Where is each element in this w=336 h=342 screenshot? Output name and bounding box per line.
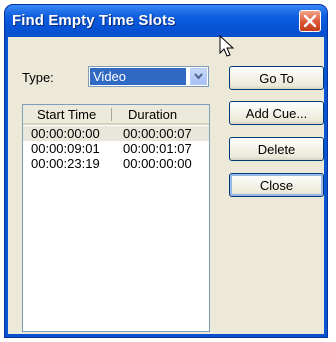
title-bar[interactable]: Find Empty Time Slots [5, 5, 327, 37]
find-empty-time-slots-dialog: Find Empty Time Slots Type: Video Start … [5, 5, 327, 337]
list-header: Start Time Duration [23, 105, 209, 125]
start-time-cell: 00:00:23:19 [31, 156, 100, 171]
duration-cell: 00:00:00:07 [123, 126, 192, 141]
type-label: Type: [22, 70, 54, 85]
list-row[interactable]: 00:00:00:00 00:00:00:07 [23, 126, 209, 141]
list-row[interactable]: 00:00:09:01 00:00:01:07 [23, 141, 209, 156]
column-header-duration[interactable]: Duration [128, 107, 177, 122]
start-time-cell: 00:00:00:00 [31, 126, 100, 141]
go-to-button[interactable]: Go To [229, 66, 324, 90]
add-cue-button[interactable]: Add Cue... [229, 101, 324, 125]
start-time-cell: 00:00:09:01 [31, 141, 100, 156]
window-bottom-border [5, 334, 327, 337]
dialog-body: Type: Video Start Time Duration 00:00:00… [8, 37, 324, 334]
delete-button[interactable]: Delete [229, 137, 324, 161]
list-row[interactable]: 00:00:23:19 00:00:00:00 [23, 156, 209, 171]
column-divider[interactable] [111, 108, 112, 121]
duration-cell: 00:00:00:00 [123, 156, 192, 171]
close-window-button[interactable] [299, 10, 321, 32]
close-button[interactable]: Close [229, 173, 324, 197]
mouse-pointer-icon [219, 35, 235, 57]
chevron-down-icon [194, 73, 203, 80]
type-dropdown[interactable]: Video [88, 66, 209, 87]
list-rows: 00:00:00:00 00:00:00:07 00:00:09:01 00:0… [23, 126, 209, 171]
column-header-start-time[interactable]: Start Time [37, 107, 96, 122]
window-title: Find Empty Time Slots [12, 12, 176, 29]
close-icon [303, 14, 317, 28]
type-dropdown-value: Video [90, 68, 186, 85]
duration-cell: 00:00:01:07 [123, 141, 192, 156]
time-slots-list[interactable]: Start Time Duration 00:00:00:00 00:00:00… [22, 104, 210, 332]
dropdown-arrow-button[interactable] [190, 68, 207, 85]
